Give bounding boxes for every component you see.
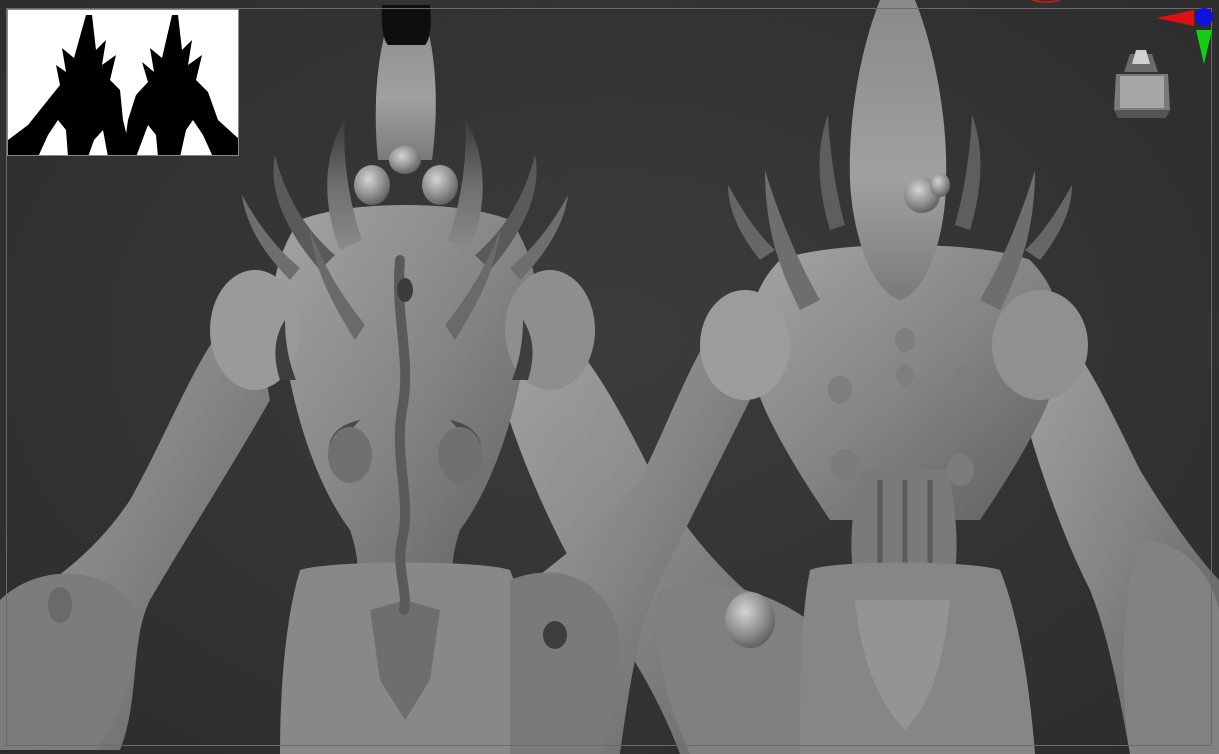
back-bump-4 bbox=[953, 366, 977, 394]
front-head-top bbox=[381, 5, 431, 45]
back-bump-1 bbox=[895, 328, 915, 352]
silhouette-figures bbox=[8, 15, 238, 155]
front-navel bbox=[397, 278, 413, 302]
back-bump-5 bbox=[831, 449, 859, 481]
front-elbow-bulb bbox=[725, 592, 775, 648]
record-indicator-icon[interactable] bbox=[1022, 0, 1070, 6]
back-left-shoulder bbox=[700, 290, 790, 400]
silhouette-preview[interactable] bbox=[7, 9, 239, 156]
front-spine bbox=[394, 255, 411, 615]
back-horn-3 bbox=[819, 115, 845, 230]
front-head-bulb-left bbox=[354, 165, 390, 205]
back-bump-2 bbox=[896, 364, 914, 386]
front-chest-nodule-left bbox=[328, 427, 372, 483]
front-head-bulb-top bbox=[389, 146, 421, 174]
back-head-bulb-2 bbox=[930, 173, 950, 197]
axis-gizmo-icon[interactable] bbox=[1152, 4, 1216, 68]
front-head-bulb-right bbox=[422, 165, 458, 205]
front-left-spine-bump bbox=[48, 587, 72, 623]
sculpt-viewport[interactable] bbox=[0, 0, 1219, 754]
back-right-shoulder bbox=[992, 290, 1088, 400]
back-horn-4 bbox=[955, 115, 981, 230]
back-forearm-socket bbox=[543, 621, 567, 649]
front-chest-nodule-right bbox=[438, 427, 482, 483]
back-bump-6 bbox=[946, 454, 974, 486]
back-bump-3 bbox=[828, 376, 852, 404]
